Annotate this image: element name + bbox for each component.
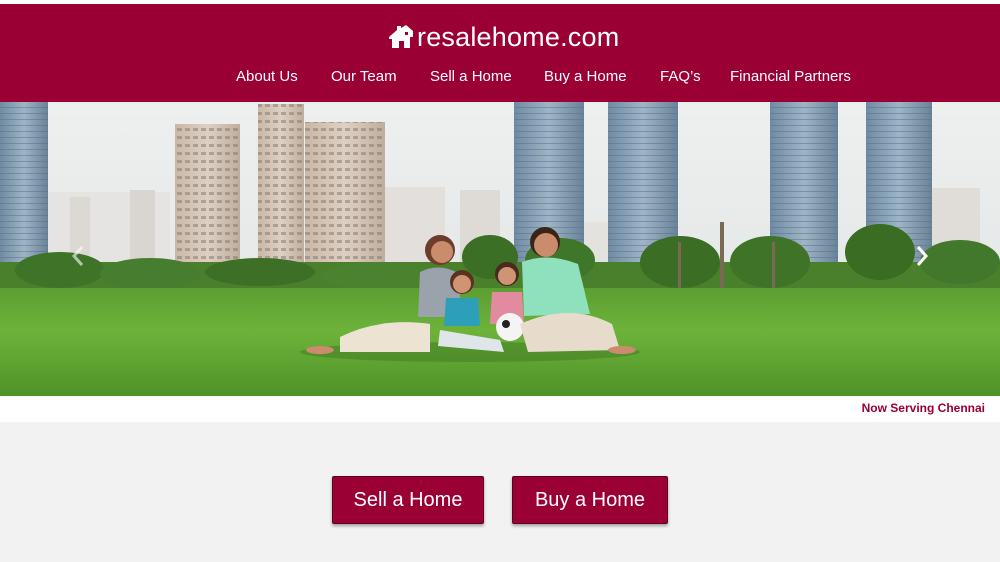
hero-caption-strip: Now Serving Chennai — [0, 396, 1000, 422]
sell-a-home-button[interactable]: Sell a Home — [332, 476, 484, 524]
nav-financial-partners[interactable]: Financial Partners — [730, 64, 851, 90]
chevron-right-icon[interactable] — [912, 242, 932, 270]
family-on-lawn-image — [0, 102, 1000, 396]
nav-our-team[interactable]: Our Team — [331, 64, 397, 90]
house-logo-icon — [389, 25, 413, 48]
main-nav: About Us Our Team Sell a Home Buy a Home… — [0, 64, 1000, 90]
service-area-caption: Now Serving Chennai — [861, 401, 985, 415]
nav-sell-a-home[interactable]: Sell a Home — [430, 64, 512, 90]
logo-text: resalehome.com — [417, 21, 620, 52]
nav-faqs[interactable]: FAQ’s — [660, 64, 701, 90]
site-logo[interactable]: resalehome.com — [388, 20, 619, 54]
site-header: resalehome.com About Us Our Team Sell a … — [0, 4, 1000, 102]
nav-about-us[interactable]: About Us — [236, 64, 298, 90]
buy-a-home-button[interactable]: Buy a Home — [512, 476, 668, 524]
hero-carousel — [0, 102, 1000, 396]
chevron-left-icon[interactable] — [68, 242, 88, 270]
nav-buy-a-home[interactable]: Buy a Home — [544, 64, 627, 90]
